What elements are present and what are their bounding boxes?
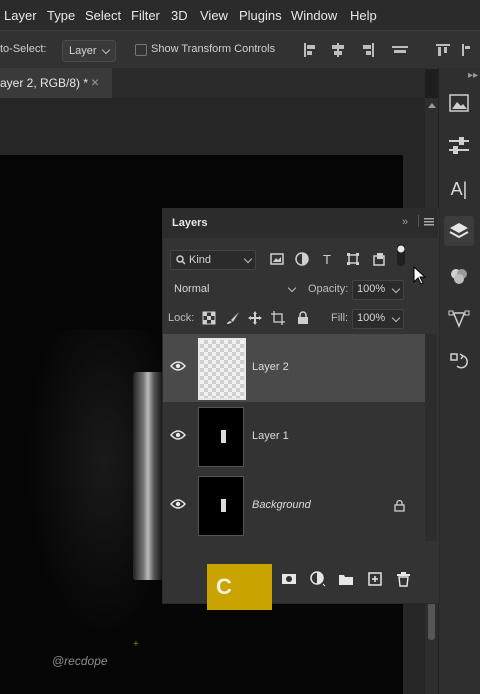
collapse-dock-icon[interactable]: ▸▸: [468, 70, 478, 81]
visibility-eye-icon[interactable]: [170, 499, 186, 509]
search-icon: [176, 255, 186, 265]
new-adjustment-layer-icon[interactable]: [309, 570, 327, 588]
mouse-cursor-icon: [413, 266, 427, 285]
auto-select-label: to-Select:: [0, 43, 47, 55]
channels-icon[interactable]: [444, 261, 474, 291]
header-divider: [418, 215, 419, 227]
blend-mode-dropdown[interactable]: Normal: [170, 280, 299, 298]
layer-name[interactable]: Layer 1: [252, 430, 289, 442]
chevron-down-icon: [287, 283, 297, 293]
layer-thumbnail[interactable]: [198, 338, 246, 400]
shape-filter-icon[interactable]: [344, 250, 362, 268]
auto-select-dropdown[interactable]: Layer: [62, 40, 116, 62]
layers-panel-header: Layers »: [162, 208, 438, 238]
layer-name[interactable]: Layer 2: [252, 361, 289, 373]
image-panel-icon[interactable]: [444, 88, 474, 118]
smart-object-filter-icon[interactable]: [370, 250, 388, 268]
opacity-field[interactable]: 100%: [352, 280, 404, 300]
layer-row-background[interactable]: Background: [163, 472, 425, 540]
layer-row-layer-1[interactable]: Layer 1: [163, 403, 425, 471]
lock-all-icon[interactable]: [294, 309, 312, 327]
panel-dock: [438, 68, 480, 694]
kind-filter-dropdown[interactable]: Kind: [170, 250, 256, 270]
menu-type[interactable]: Type: [47, 8, 75, 23]
crosshair-icon: +: [133, 639, 139, 650]
lock-label: Lock:: [168, 312, 195, 324]
history-icon[interactable]: [444, 347, 474, 377]
type-filter-icon[interactable]: T: [318, 250, 336, 268]
menu-layer[interactable]: Layer: [4, 8, 37, 23]
show-transform-label: Show Transform Controls: [151, 43, 276, 55]
show-transform-checkbox[interactable]: [135, 44, 147, 56]
pixel-filter-icon[interactable]: [268, 250, 286, 268]
paths-icon[interactable]: [444, 304, 474, 334]
chevron-down-icon: [101, 45, 111, 55]
layer-thumbnail[interactable]: [198, 476, 244, 536]
keystroke-label: C: [216, 574, 232, 599]
menu-window[interactable]: Window: [291, 8, 337, 23]
lock-artboard-icon[interactable]: [269, 309, 287, 327]
document-tab-title: ayer 2, RGB/8) *: [0, 76, 89, 90]
lock-transparent-pixels-icon[interactable]: [200, 309, 218, 327]
layer-name[interactable]: Background: [252, 499, 311, 511]
adjustments-icon[interactable]: [444, 131, 474, 161]
scroll-up-icon[interactable]: [428, 103, 436, 108]
close-icon[interactable]: ×: [91, 74, 99, 90]
scrollbar-thumb[interactable]: [428, 600, 435, 640]
bottle-image: [133, 372, 163, 580]
layers-panel-icon[interactable]: [444, 216, 474, 246]
character-panel-icon[interactable]: A|: [444, 174, 474, 204]
new-group-icon[interactable]: [337, 570, 355, 588]
fill-value: 100%: [357, 312, 386, 324]
fill-field[interactable]: 100%: [352, 309, 404, 329]
watermark-text: @recdope: [52, 654, 108, 668]
delete-layer-icon[interactable]: [394, 570, 412, 588]
fill-label: Fill:: [331, 312, 349, 324]
visibility-eye-icon[interactable]: [170, 361, 186, 371]
layer-thumbnail[interactable]: [198, 407, 244, 467]
new-layer-icon[interactable]: [366, 570, 384, 588]
chevron-down-icon: [243, 254, 253, 264]
lock-icon: [394, 499, 405, 512]
lock-position-icon[interactable]: [246, 309, 264, 327]
blend-mode-value: Normal: [174, 283, 210, 295]
menu-3d[interactable]: 3D: [171, 8, 188, 23]
add-mask-icon[interactable]: [280, 570, 298, 588]
lock-image-pixels-icon[interactable]: [224, 309, 242, 327]
options-bar: to-Select: Layer Show Transform Controls: [0, 30, 480, 69]
kind-filter-label: Kind: [189, 254, 212, 266]
menu-bar: Layer Type Select Filter 3D View Plugins…: [0, 0, 480, 30]
document-tab[interactable]: ayer 2, RGB/8) * ×: [0, 68, 112, 98]
auto-select-value: Layer: [69, 45, 97, 57]
menu-filter[interactable]: Filter: [131, 8, 160, 23]
collapse-panel-icon[interactable]: »: [402, 216, 408, 228]
filter-toggle-icon[interactable]: [392, 244, 410, 266]
opacity-value: 100%: [357, 283, 386, 295]
menu-view[interactable]: View: [200, 8, 228, 23]
adjustment-filter-icon[interactable]: [293, 250, 311, 268]
layers-panel-title: Layers: [172, 217, 208, 229]
visibility-eye-icon[interactable]: [170, 430, 186, 440]
opacity-label: Opacity:: [308, 283, 349, 295]
chevron-down-icon: [391, 313, 401, 323]
align-icons[interactable]: [300, 42, 470, 58]
chevron-down-icon: [391, 284, 401, 294]
menu-plugins[interactable]: Plugins: [239, 8, 282, 23]
keystroke-overlay: C: [207, 564, 272, 610]
layers-scrollbar[interactable]: [425, 334, 437, 541]
menu-help[interactable]: Help: [350, 8, 377, 23]
menu-select[interactable]: Select: [85, 8, 121, 23]
panel-menu-icon[interactable]: [424, 218, 434, 226]
layer-row-layer-2[interactable]: Layer 2: [163, 334, 425, 402]
